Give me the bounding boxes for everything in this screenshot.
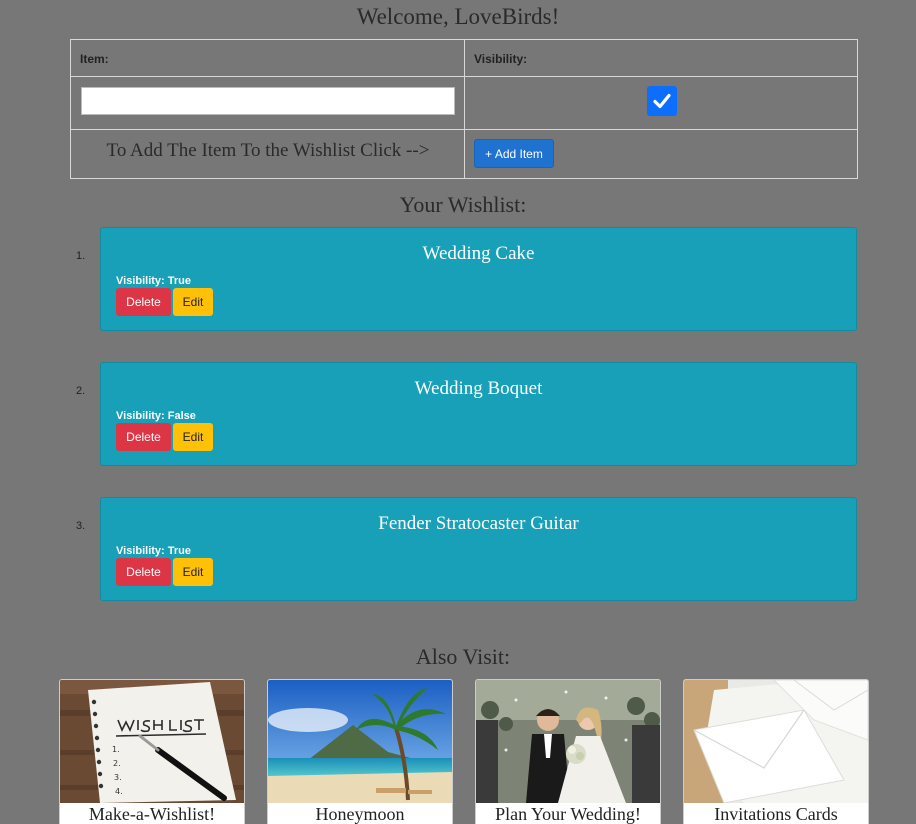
wishlist-item-title: Wedding Cake: [422, 243, 535, 264]
item-input[interactable]: [81, 87, 455, 115]
also-visit-heading: Also Visit:: [415, 644, 511, 669]
wishlist-item-visibility: Visibility: True: [116, 545, 191, 557]
card-label: Make-a-Wishlist!: [88, 804, 216, 824]
item-input-cell: [71, 77, 465, 130]
wish-list-notebook-image: 1. 2. 3. 4.: [60, 680, 244, 803]
wishlist-item-title: Wedding Boquet: [414, 378, 543, 399]
card-label: Invitations Cards: [714, 804, 838, 824]
wishlist-item-visibility: Visibility: True: [116, 275, 191, 287]
add-button-cell: + Add Item: [465, 130, 857, 178]
delete-button[interactable]: Delete: [116, 288, 171, 316]
item-header-cell: Item:: [71, 40, 465, 77]
card-label: Honeymoon: [315, 804, 405, 824]
edit-button[interactable]: Edit: [173, 288, 213, 316]
wishlist-item-title: Fender Stratocaster Guitar: [378, 513, 579, 534]
wishlist-heading: Your Wishlist:: [399, 192, 527, 217]
tropical-beach-image: [268, 680, 452, 803]
visibility-header-cell: Visibility:: [465, 40, 857, 77]
visibility-checkbox[interactable]: [647, 86, 677, 116]
visibility-input-cell: [465, 77, 857, 130]
edit-button[interactable]: Edit: [173, 423, 213, 451]
make-a-wishlist-card[interactable]: 1. 2. 3. 4. Make-a-Wishlist!: [59, 679, 245, 824]
invitations-cards-card[interactable]: Invitations Cards: [683, 679, 869, 824]
card-label: Plan Your Wedding!: [495, 804, 641, 824]
wishlist-item-card: Wedding Cake Visibility: True Delete Edi…: [100, 227, 857, 331]
delete-button[interactable]: Delete: [116, 558, 171, 586]
wishlist-item-visibility: Visibility: False: [116, 410, 196, 422]
svg-text:1.: 1.: [112, 745, 120, 754]
item-label: Item:: [80, 52, 109, 66]
list-item-number: 3.: [76, 520, 86, 532]
list-item-number: 2.: [76, 385, 86, 397]
edit-button[interactable]: Edit: [173, 558, 213, 586]
envelopes-image: [684, 680, 868, 803]
svg-text:2.: 2.: [113, 759, 121, 768]
wishlist-item-card: Wedding Boquet Visibility: False Delete …: [100, 362, 857, 466]
svg-text:3.: 3.: [114, 773, 122, 782]
visibility-label: Visibility:: [474, 52, 528, 66]
page-title: Welcome, LoveBirds!: [356, 4, 560, 29]
plan-your-wedding-card[interactable]: Plan Your Wedding!: [475, 679, 661, 824]
wedding-couple-image: [476, 680, 660, 803]
add-item-button[interactable]: + Add Item: [474, 139, 554, 168]
svg-text:4.: 4.: [115, 787, 123, 796]
add-item-form: Item: Visibility: To Add The Item To the…: [70, 39, 858, 179]
checkmark-icon: [653, 93, 671, 109]
delete-button[interactable]: Delete: [116, 423, 171, 451]
honeymoon-card[interactable]: Honeymoon: [267, 679, 453, 824]
add-instruction-text: To Add The Item To the Wishlist Click --…: [106, 140, 430, 161]
wishlist-item-card: Fender Stratocaster Guitar Visibility: T…: [100, 497, 857, 601]
list-item-number: 1.: [76, 250, 86, 262]
add-instruction-cell: To Add The Item To the Wishlist Click --…: [71, 130, 465, 178]
